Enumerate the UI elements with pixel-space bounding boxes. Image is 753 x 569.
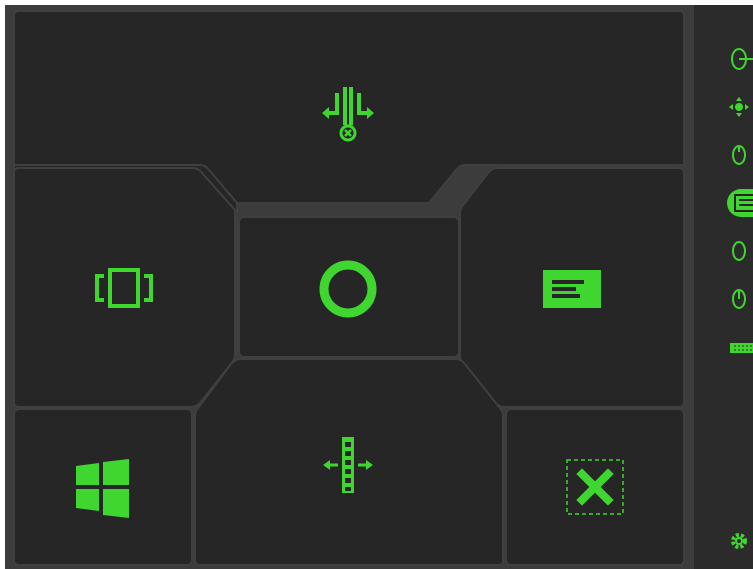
tile-center[interactable] xyxy=(238,216,460,358)
tile-bottom-right[interactable] xyxy=(505,408,685,566)
tile-bottom-center[interactable] xyxy=(194,358,504,566)
tile-grid xyxy=(13,10,685,566)
rail-item-settings[interactable] xyxy=(694,521,753,561)
rail-item-move[interactable] xyxy=(694,87,753,127)
rail-item-mouse-scroll[interactable] xyxy=(694,279,753,319)
rail-item-mouse-arrow[interactable] xyxy=(694,39,753,79)
radial-menu-window xyxy=(5,5,753,569)
rail-item-mouse[interactable] xyxy=(694,135,753,175)
tile-bottom-left[interactable] xyxy=(13,408,193,566)
mode-sidebar xyxy=(691,5,753,569)
keyboard-icon xyxy=(730,343,753,353)
move-dpad-icon xyxy=(729,97,749,117)
rail-item-touchpad[interactable] xyxy=(694,183,753,223)
tile-right[interactable] xyxy=(459,167,685,408)
rail-item-mouse-left[interactable] xyxy=(694,231,753,271)
mouse-left-icon xyxy=(732,241,746,261)
rail-item-keyboard[interactable] xyxy=(694,327,753,367)
mouse-scroll-icon xyxy=(732,289,746,309)
touchpad-icon xyxy=(734,194,753,212)
tile-left[interactable] xyxy=(13,164,238,408)
mouse-icon xyxy=(732,145,746,165)
gear-icon xyxy=(731,533,747,549)
mouse-arrow-icon xyxy=(731,48,753,70)
text-block-icon xyxy=(543,270,601,308)
